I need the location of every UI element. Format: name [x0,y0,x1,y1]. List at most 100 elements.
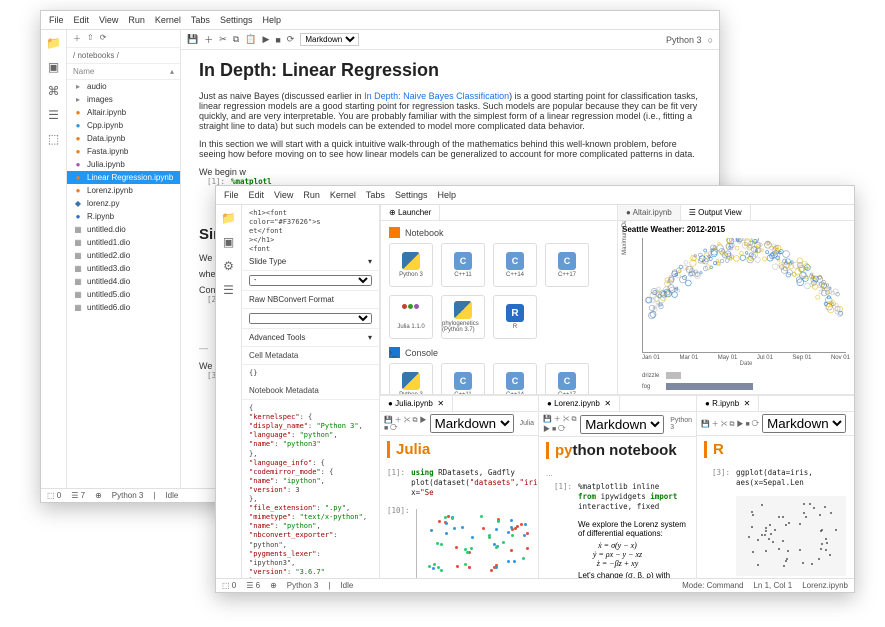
r-notebook-pane: ● R.ipynb ✕ 💾 ＋ ✂ ⧉ ▶ ■ ⟳ Markdown R [3]… [696,396,854,578]
menu-tabs[interactable]: Tabs [366,190,385,200]
folder-icon[interactable]: 📁 [46,36,61,50]
menu-view[interactable]: View [99,15,118,25]
kernel-indicator[interactable]: Python 3 [670,417,692,431]
name-column-header[interactable]: Name [73,67,94,76]
tab-output-view[interactable]: ☰ Output View [681,205,751,220]
code-cell[interactable]: ggplot(data=iris, aes(x=Sepal.Len [736,468,847,488]
folder-icon[interactable]: 📁 [221,211,236,225]
celltype-select[interactable]: Markdown [580,415,664,434]
file-item[interactable]: ▦untitled.dio [67,223,180,236]
file-item[interactable]: ▦untitled4.dio [67,275,180,288]
launcher-card[interactable]: Python 3 [389,363,433,394]
toc-icon[interactable]: ☰ [48,108,59,122]
file-item[interactable]: ▦untitled5.dio [67,288,180,301]
nb-icon: ● [73,186,83,196]
file-item[interactable]: ▦untitled6.dio [67,301,180,314]
launcher-card[interactable]: CC++17 [545,363,589,394]
refresh-icon[interactable]: ⟳ [100,33,107,44]
file-item[interactable]: ●Lorenz.ipynb [67,184,180,197]
menu-file[interactable]: File [49,15,64,25]
menu-run[interactable]: Run [303,190,320,200]
raw-format-select[interactable] [249,313,372,324]
file-item[interactable]: ●Julia.ipynb [67,158,180,171]
file-item[interactable]: ▦untitled2.dio [67,249,180,262]
launcher-card[interactable]: CC++14 [493,243,537,287]
run-icon[interactable]: ▶ [262,34,269,45]
file-item[interactable]: ●Data.ipynb [67,132,180,145]
file-icon: ▦ [73,303,83,313]
launcher-card[interactable]: RR [493,295,537,339]
launcher-card[interactable]: CC++11 [441,243,485,287]
tab-r[interactable]: ● R.ipynb ✕ [697,396,759,411]
file-item[interactable]: ●Cpp.ipynb [67,119,180,132]
file-item[interactable]: ▦untitled3.dio [67,262,180,275]
tab-julia[interactable]: ● Julia.ipynb ✕ [380,396,453,411]
launcher-card[interactable]: phylogenetics (Python 3.7) [441,295,485,339]
menu-edit[interactable]: Edit [74,15,90,25]
chevron-down-icon[interactable]: ▾ [368,257,372,266]
tab-lorenz[interactable]: ● Lorenz.ipynb ✕ [539,396,620,411]
menu-kernel[interactable]: Kernel [155,15,181,25]
menu-file[interactable]: File [224,190,239,200]
tab-launcher[interactable]: ⊕ Launcher [381,205,440,220]
chevron-down-icon[interactable]: ▾ [368,333,372,342]
slide-type-select[interactable]: - [249,275,372,286]
naive-bayes-link[interactable]: In Depth: Naive Bayes Classification [364,91,509,101]
julia-notebook-pane: ● Julia.ipynb ✕ 💾 ＋ ✂ ⧉ ▶ ■ ⟳ Markdown J… [380,396,538,578]
launcher-card[interactable]: CC++17 [545,243,589,287]
kernel-name[interactable]: Python 3 [287,581,319,590]
file-icon: ▦ [73,277,83,287]
launcher-card[interactable]: Julia 1.1.0 [389,295,433,339]
kernel-name[interactable]: Python 3 [112,491,144,500]
running-icon[interactable]: ▣ [223,235,234,249]
file-item[interactable]: ●Fasta.ipynb [67,145,180,158]
kernel-indicator[interactable]: Python 3 [666,35,702,45]
new-folder-icon[interactable]: ＋ [73,33,81,44]
cell-metadata-value[interactable]: {} [242,365,379,382]
file-item[interactable]: ▦untitled1.dio [67,236,180,249]
gear-icon[interactable]: ⚙ [223,259,234,273]
menu-help[interactable]: Help [262,15,281,25]
copy-icon[interactable]: ⧉ [233,34,239,45]
add-cell-icon[interactable]: ＋ [204,33,213,46]
celltype-select[interactable]: Markdown [430,414,514,433]
celltype-select[interactable]: Markdown [762,414,846,433]
running-icon[interactable]: ▣ [48,60,59,74]
restart-icon[interactable]: ⟳ [287,34,295,45]
file-item[interactable]: ▸images [67,93,180,106]
sort-icon[interactable]: ▴ [170,67,174,76]
extensions-icon[interactable]: ⬚ [48,132,59,146]
menu-settings[interactable]: Settings [395,190,428,200]
menu-run[interactable]: Run [128,15,145,25]
launcher-card[interactable]: CC++14 [493,363,537,394]
save-icon[interactable]: 💾 [187,34,198,45]
file-item[interactable]: ◆lorenz.py [67,197,180,210]
menu-view[interactable]: View [274,190,293,200]
kernel-indicator[interactable]: Julia [520,420,534,427]
launcher-card[interactable]: Python 3 [389,243,433,287]
launcher-card[interactable]: CC++11 [441,363,485,394]
tab-altair[interactable]: ● Altair.ipynb [618,205,681,220]
menu-edit[interactable]: Edit [249,190,265,200]
paste-icon[interactable]: 📋 [245,34,256,45]
file-item[interactable]: ●Linear Regression.ipynb [67,171,180,184]
celltype-select[interactable]: Markdown [300,33,359,46]
cut-icon[interactable]: ✂ [219,34,227,45]
file-item[interactable]: ●R.ipynb [67,210,180,223]
file-icon: ▦ [73,264,83,274]
stop-icon[interactable]: ■ [275,35,280,45]
notebook-metadata-value[interactable]: { "kernelspec": { "display_name": "Pytho… [242,400,379,578]
menu-tabs[interactable]: Tabs [191,15,210,25]
folder-icon: ▸ [73,82,83,92]
menu-settings[interactable]: Settings [220,15,253,25]
file-item[interactable]: ▸audio [67,80,180,93]
commands-icon[interactable]: ⌘ [48,84,60,98]
toc-icon[interactable]: ☰ [223,283,234,297]
menu-help[interactable]: Help [437,190,456,200]
file-item[interactable]: ●Altair.ipynb [67,106,180,119]
code-cell[interactable]: %matplotlib inlinefrom ipywidgets import… [578,482,689,512]
menu-kernel[interactable]: Kernel [330,190,356,200]
breadcrumb[interactable]: / notebooks / [67,47,180,64]
code-cell[interactable]: using RDatasets, Gadflyplot(dataset("dat… [411,468,538,498]
upload-icon[interactable]: ⇧ [87,33,94,44]
